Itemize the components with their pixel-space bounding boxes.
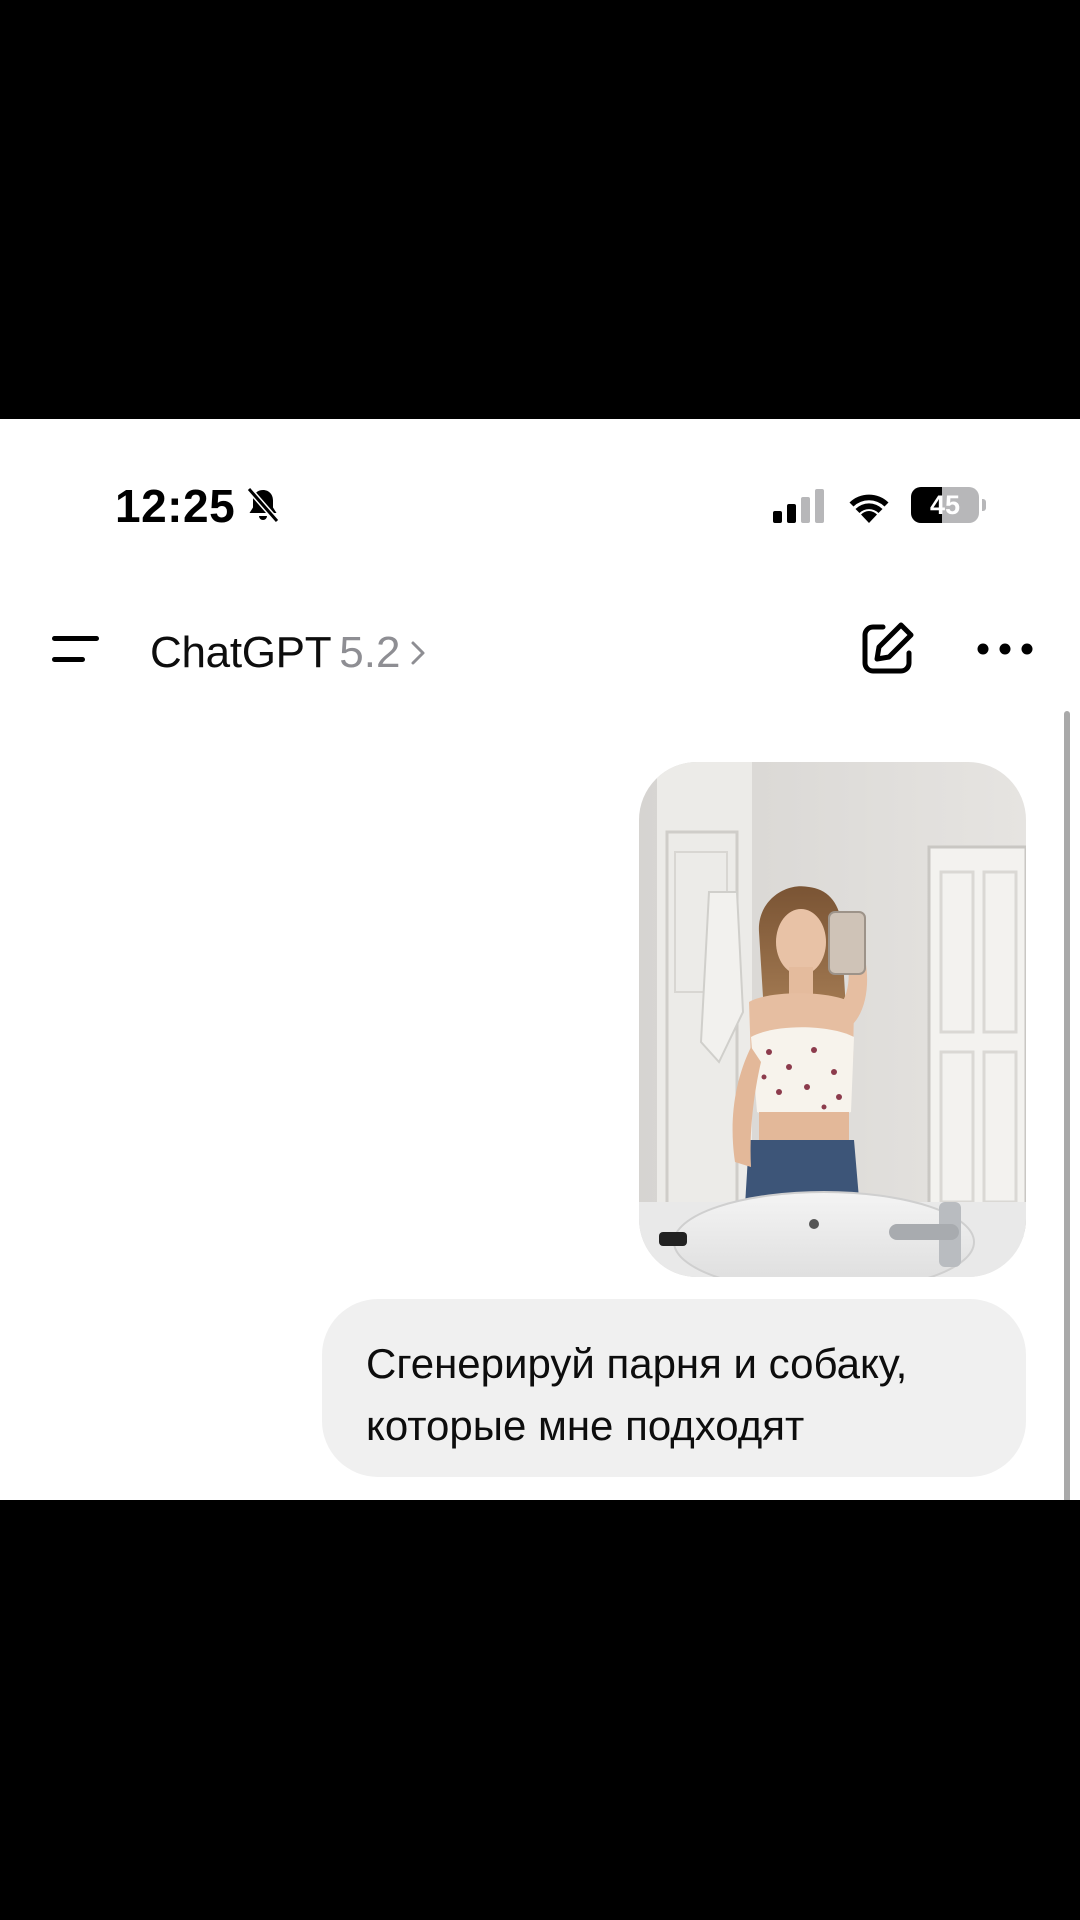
- user-message-text: Сгенерируй парня и собаку, которые мне п…: [366, 1340, 908, 1449]
- app-title: ChatGPT: [150, 628, 332, 677]
- mirror-selfie-photo: [639, 762, 1026, 1277]
- battery-level: 45: [929, 490, 961, 520]
- model-version: 5.2: [339, 628, 401, 677]
- app-screen: 12:25 45 ChatGPT 5.2 Сгенерируй парня и …: [0, 419, 1080, 1500]
- chevron-right-icon: [411, 641, 425, 665]
- attached-photo[interactable]: [639, 762, 1026, 1277]
- bell-slash-icon: [246, 487, 280, 523]
- device-frame: 12:25 45 ChatGPT 5.2 Сгенерируй парня и …: [0, 0, 1080, 1920]
- ellipsis-icon[interactable]: [975, 629, 1035, 669]
- menu-icon[interactable]: [38, 619, 112, 679]
- battery-body: 45: [911, 487, 979, 523]
- status-bar: 12:25 45: [0, 419, 1080, 589]
- model-selector[interactable]: ChatGPT 5.2: [150, 623, 428, 683]
- app-header: ChatGPT 5.2: [0, 589, 1080, 709]
- wifi-icon: [849, 494, 889, 523]
- battery-cap: [982, 499, 986, 511]
- cellular-signal-icon: [773, 489, 824, 523]
- user-message-bubble[interactable]: Сгенерируй парня и собаку, которые мне п…: [322, 1299, 1026, 1477]
- compose-icon[interactable]: [855, 617, 919, 681]
- battery-indicator: 45: [911, 487, 986, 523]
- status-time: 12:25: [115, 480, 236, 532]
- scrollbar[interactable]: [1064, 711, 1070, 1500]
